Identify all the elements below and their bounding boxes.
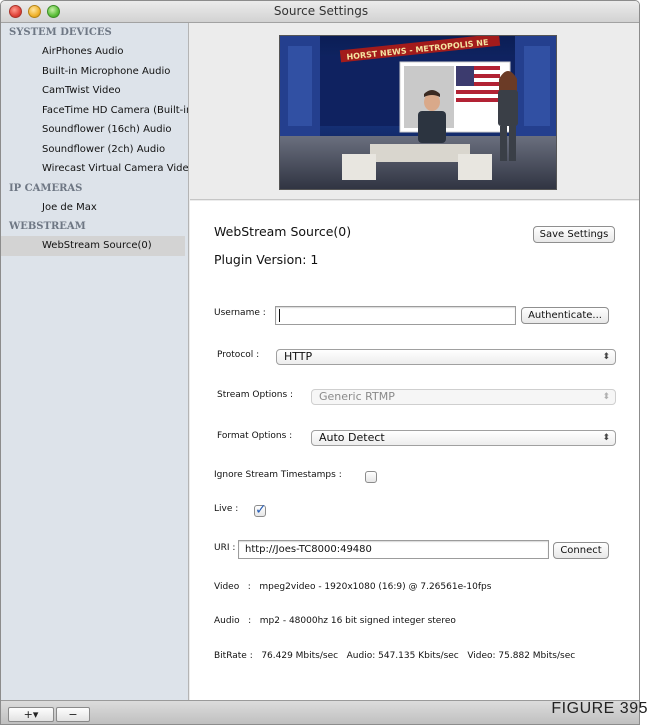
protocol-select[interactable]: HTTP ⬍ [276, 349, 616, 365]
updown-arrows-icon: ⬍ [602, 392, 610, 402]
group-header-system-devices: SYSTEM DEVICES [9, 27, 112, 38]
live-checkbox[interactable]: ✓ [254, 502, 267, 518]
window-title: Source Settings [273, 4, 369, 18]
updown-arrows-icon: ⬍ [602, 433, 610, 443]
uri-label: URI : [214, 543, 236, 553]
checkmark-icon: ✓ [255, 502, 267, 518]
format-options-label: Format Options : [217, 431, 293, 441]
stream-options-value: Generic RTMP [319, 390, 395, 403]
bitrate-info: BitRate : 76.429 Mbits/sec Audio: 547.13… [214, 651, 576, 661]
bottom-toolbar: +▾ − [1, 700, 639, 724]
stream-options-select[interactable]: Generic RTMP ⬍ [311, 389, 616, 405]
source-settings-window: Source Settings SYSTEM DEVICES AirPhones… [0, 0, 640, 725]
text-caret [279, 309, 280, 322]
sidebar-item-camtwist-video[interactable]: CamTwist Video [1, 81, 188, 101]
sidebar-item-facetime-hd-camera[interactable]: FaceTime HD Camera (Built-in [1, 101, 188, 121]
uri-field[interactable]: http://Joes-TC8000:49480 [238, 540, 549, 559]
sidebar-item-airphones-audio[interactable]: AirPhones Audio [1, 42, 188, 62]
group-header-webstream: WEBSTREAM [9, 221, 86, 232]
username-field[interactable] [275, 306, 516, 325]
save-settings-button[interactable]: Save Settings [533, 226, 615, 243]
sidebar-item-webstream-source[interactable]: WebStream Source(0) [1, 236, 185, 256]
add-source-button[interactable]: +▾ [8, 707, 54, 722]
news-studio-preview-image: HORST NEWS - METROPOLIS NE [280, 36, 556, 189]
source-list-sidebar: SYSTEM DEVICES AirPhones Audio Built-in … [1, 23, 189, 700]
title-bar[interactable]: Source Settings [1, 1, 639, 23]
authenticate-button[interactable]: Authenticate... [521, 307, 609, 324]
source-title: WebStream Source(0) [214, 224, 352, 239]
group-header-ip-cameras: IP CAMERAS [9, 182, 83, 194]
format-options-select[interactable]: Auto Detect ⬍ [311, 430, 616, 446]
sidebar-item-soundflower-16ch[interactable]: Soundflower (16ch) Audio [1, 120, 188, 140]
protocol-label: Protocol : [217, 350, 260, 360]
live-label: Live : [214, 504, 239, 514]
username-label: Username : [214, 308, 266, 318]
sidebar-item-wirecast-virtual-camera[interactable]: Wirecast Virtual Camera Video [1, 159, 188, 179]
protocol-value: HTTP [284, 350, 313, 363]
source-settings-panel: WebStream Source(0) Save Settings Plugin… [190, 201, 639, 700]
stream-options-label: Stream Options : [217, 390, 294, 400]
format-options-value: Auto Detect [319, 431, 385, 444]
ignore-timestamps-checkbox[interactable] [365, 471, 377, 483]
audio-info: Audio : mp2 - 48000hz 16 bit signed inte… [214, 616, 456, 626]
sidebar-item-joe-de-max[interactable]: Joe de Max [1, 198, 188, 218]
remove-source-button[interactable]: − [56, 707, 90, 722]
figure-caption: FIGURE 395 [551, 700, 648, 717]
sidebar-item-soundflower-2ch[interactable]: Soundflower (2ch) Audio [1, 140, 188, 160]
video-info: Video : mpeg2video - 1920x1080 (16:9) @ … [214, 582, 492, 592]
flag-graphic [456, 66, 500, 106]
sidebar-item-builtin-microphone-audio[interactable]: Built-in Microphone Audio [1, 62, 188, 82]
ignore-timestamps-label: Ignore Stream Timestamps : [214, 470, 342, 480]
plugin-version: Plugin Version: 1 [214, 252, 319, 267]
video-preview: HORST NEWS - METROPOLIS NE [279, 35, 557, 190]
connect-button[interactable]: Connect [553, 542, 609, 559]
updown-arrows-icon: ⬍ [602, 352, 610, 362]
preview-pane: HORST NEWS - METROPOLIS NE [190, 23, 639, 200]
